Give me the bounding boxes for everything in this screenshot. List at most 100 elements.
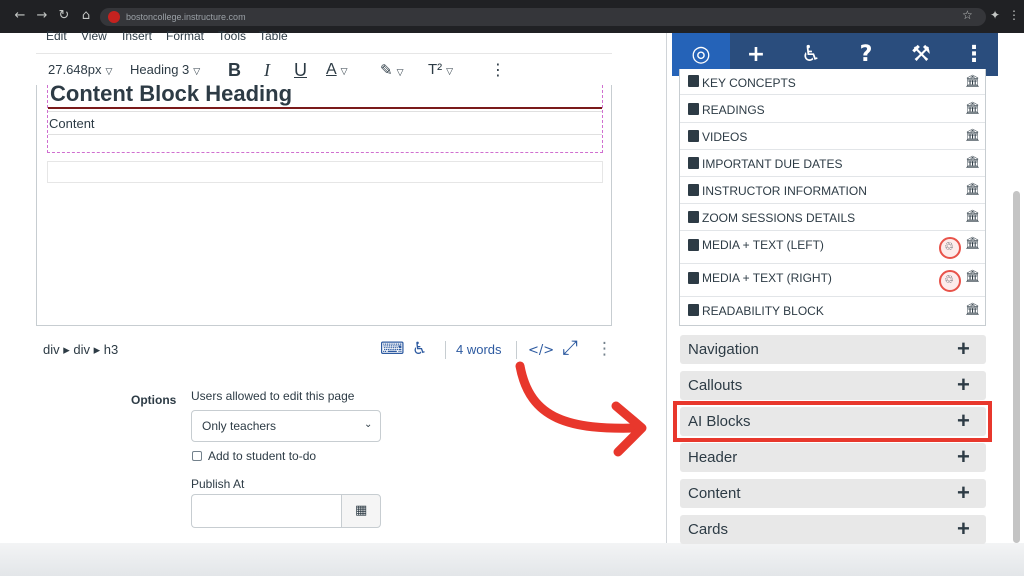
section-cards[interactable]: Cards +	[680, 515, 986, 544]
calendar-button[interactable]: ▦	[341, 494, 381, 528]
back-icon[interactable]: ←	[12, 8, 28, 24]
users-allowed-select[interactable]: Only teachers ⌄	[191, 410, 381, 442]
puzzle-piece-icon	[688, 75, 699, 87]
empty-paragraph[interactable]	[47, 161, 603, 183]
puzzle-piece-icon	[688, 211, 699, 223]
section-label: Navigation	[688, 341, 759, 358]
keyboard-icon[interactable]: ⌨	[380, 339, 405, 359]
expand-plus-icon[interactable]: +	[957, 516, 970, 542]
section-content[interactable]: Content +	[680, 479, 986, 508]
list-item[interactable]: VIDEOS 🏛	[680, 123, 985, 150]
add-to-todo-label[interactable]: Add to student to-do	[208, 449, 316, 463]
publish-at-label: Publish At	[191, 477, 245, 491]
block-format-select[interactable]: Heading 3 ▽	[130, 60, 200, 81]
puzzle-piece-icon	[688, 272, 699, 284]
list-item[interactable]: MEDIA + TEXT (LEFT) ♲ 🏛	[680, 231, 985, 264]
font-size-value: 27.648px	[48, 62, 102, 77]
reload-icon[interactable]: ↻	[56, 8, 72, 24]
extensions-icon[interactable]: ✦	[990, 8, 1000, 22]
list-item[interactable]: KEY CONCEPTS 🏛	[680, 69, 985, 95]
puzzle-piece-icon	[688, 103, 699, 115]
highlight-color-button[interactable]: ✎ ▽	[380, 60, 404, 82]
content-block-heading[interactable]: Content Block Heading	[50, 81, 292, 107]
institution-icon: 🏛	[965, 236, 981, 250]
menu-view[interactable]: View	[81, 29, 107, 43]
more-options-button[interactable]: ⋮	[490, 59, 506, 81]
target-icon[interactable]: ◎	[687, 41, 715, 69]
tools-icon[interactable]: ⚒	[907, 41, 935, 69]
divider	[445, 341, 446, 359]
home-icon[interactable]: ⌂	[78, 8, 94, 24]
help-icon[interactable]: ?	[852, 41, 880, 69]
list-item[interactable]: INSTRUCTOR INFORMATION 🏛	[680, 177, 985, 204]
section-navigation[interactable]: Navigation +	[680, 335, 986, 364]
content-block-body[interactable]: Content	[48, 111, 602, 135]
section-label: Cards	[688, 521, 729, 538]
institution-icon: 🏛	[965, 209, 981, 223]
browser-menu-icon[interactable]: ⋮	[1008, 8, 1020, 22]
content-block[interactable]: Content Block Heading Content	[47, 81, 603, 153]
rich-content-editor[interactable]: Content Block Heading Content	[36, 81, 612, 326]
institution-icon: 🏛	[965, 101, 981, 115]
puzzle-piece-icon	[688, 157, 699, 169]
expand-plus-icon[interactable]: +	[957, 372, 970, 398]
text-color-button[interactable]: A ▽	[326, 60, 348, 81]
accessibility-icon[interactable]: ♿	[797, 41, 825, 69]
publish-at-input[interactable]	[191, 494, 342, 528]
word-count[interactable]: 4 words	[456, 342, 502, 357]
expand-plus-icon[interactable]: +	[957, 444, 970, 470]
puzzle-piece-icon	[688, 239, 699, 251]
superscript-icon: T²	[428, 61, 443, 78]
list-item-label: IMPORTANT DUE DATES	[702, 157, 843, 171]
section-callouts[interactable]: Callouts +	[680, 371, 986, 400]
forward-icon[interactable]: →	[34, 8, 50, 24]
block-format-value: Heading 3	[130, 62, 190, 77]
list-item[interactable]: MEDIA + TEXT (RIGHT) ♲ 🏛	[680, 264, 985, 297]
list-item[interactable]: READABILITY BLOCK 🏛	[680, 297, 985, 325]
expand-plus-icon[interactable]: +	[957, 480, 970, 506]
list-item-label: READINGS	[702, 103, 765, 117]
superscript-button[interactable]: T² ▽	[428, 60, 453, 81]
list-item[interactable]: IMPORTANT DUE DATES 🏛	[680, 150, 985, 177]
list-item-label: MEDIA + TEXT (RIGHT)	[702, 271, 832, 285]
ai-badge-icon[interactable]: ♲	[939, 270, 961, 292]
ai-badge-icon[interactable]: ♲	[939, 237, 961, 259]
list-item-label: KEY CONCEPTS	[702, 76, 796, 90]
menu-table[interactable]: Table	[259, 29, 288, 43]
address-bar[interactable]: bostoncollege.instructure.com	[100, 8, 986, 26]
list-item-label: VIDEOS	[702, 130, 748, 144]
chevron-down-icon: ▽	[193, 66, 201, 76]
annotation-arrow-icon	[515, 361, 647, 457]
list-item[interactable]: ZOOM SESSIONS DETAILS 🏛	[680, 204, 985, 231]
section-label: Content	[688, 485, 741, 502]
menu-insert[interactable]: Insert	[122, 29, 152, 43]
chevron-down-icon: ▽	[446, 66, 454, 76]
element-path[interactable]: div ▸ div ▸ h3	[43, 342, 118, 358]
plus-icon[interactable]: +	[742, 41, 770, 69]
add-to-todo-checkbox[interactable]	[192, 451, 202, 461]
menu-format[interactable]: Format	[166, 29, 204, 43]
chevron-down-icon: ▽	[396, 67, 404, 77]
content-text: Content	[49, 116, 95, 131]
bold-button[interactable]: B	[228, 59, 241, 81]
sidebar-scrollbar[interactable]	[1013, 191, 1020, 543]
menu-tools[interactable]: Tools	[218, 29, 246, 43]
expand-plus-icon[interactable]: +	[957, 336, 970, 362]
content-block-list: KEY CONCEPTS 🏛 READINGS 🏛 VIDEOS 🏛 IMPOR…	[679, 69, 986, 326]
browser-chrome: ← → ↻ ⌂ bostoncollege.instructure.com ☆ …	[0, 0, 1024, 33]
heading-rule	[48, 107, 602, 109]
list-item-label: ZOOM SESSIONS DETAILS	[702, 211, 856, 225]
underline-button[interactable]: U	[294, 59, 307, 81]
accessibility-checker-icon[interactable]: ♿	[412, 339, 427, 359]
list-item[interactable]: READINGS 🏛	[680, 96, 985, 123]
section-header[interactable]: Header +	[680, 443, 986, 472]
institution-icon: 🏛	[965, 128, 981, 142]
list-item-label: INSTRUCTOR INFORMATION	[702, 184, 867, 198]
users-allowed-label: Users allowed to edit this page	[191, 389, 355, 403]
font-size-select[interactable]: 27.648px ▽	[48, 60, 112, 81]
menu-edit[interactable]: Edit	[46, 29, 67, 43]
italic-button[interactable]: I	[264, 59, 270, 81]
section-label: Callouts	[688, 377, 743, 394]
bookmark-star-icon[interactable]: ☆	[962, 8, 973, 22]
more-icon[interactable]: ⋮	[960, 41, 988, 69]
